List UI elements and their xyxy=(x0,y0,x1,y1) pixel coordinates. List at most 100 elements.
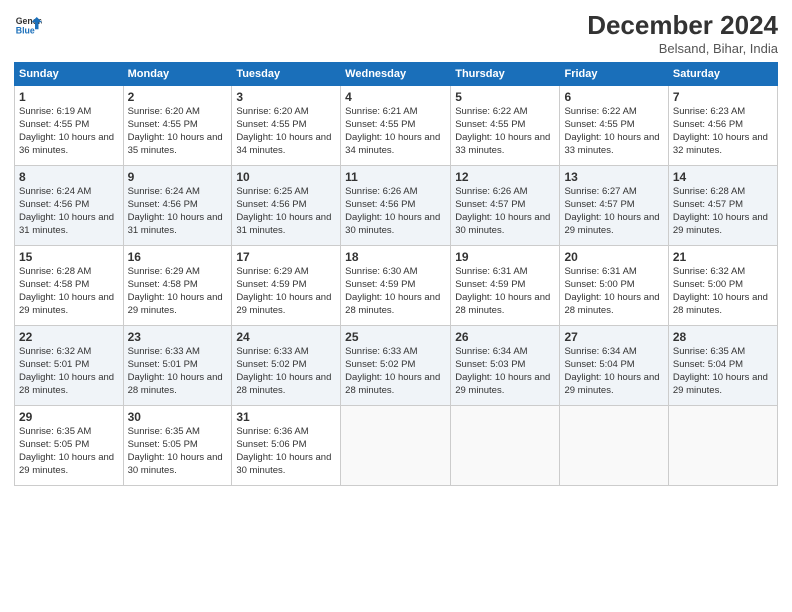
daylight-text: Daylight: 10 hours and 30 minutes. xyxy=(345,212,440,236)
sunrise-text: Sunrise: 6:30 AM xyxy=(345,266,417,277)
calendar-day-cell: 22Sunrise: 6:32 AMSunset: 5:01 PMDayligh… xyxy=(15,326,124,406)
daylight-text: Daylight: 10 hours and 33 minutes. xyxy=(455,132,550,156)
day-number: 22 xyxy=(19,329,119,345)
sunrise-text: Sunrise: 6:23 AM xyxy=(673,106,745,117)
calendar-day-cell: 30Sunrise: 6:35 AMSunset: 5:05 PMDayligh… xyxy=(123,406,232,486)
daylight-text: Daylight: 10 hours and 28 minutes. xyxy=(19,372,114,396)
title-block: December 2024 Belsand, Bihar, India xyxy=(587,10,778,56)
logo-icon: General Blue xyxy=(14,10,42,38)
daylight-text: Daylight: 10 hours and 31 minutes. xyxy=(19,212,114,236)
sunset-text: Sunset: 5:00 PM xyxy=(673,279,743,290)
sunset-text: Sunset: 4:56 PM xyxy=(345,199,415,210)
day-number: 5 xyxy=(455,89,555,105)
calendar-header-row: SundayMondayTuesdayWednesdayThursdayFrid… xyxy=(15,63,778,86)
daylight-text: Daylight: 10 hours and 28 minutes. xyxy=(345,292,440,316)
day-number: 24 xyxy=(236,329,336,345)
sunrise-text: Sunrise: 6:35 AM xyxy=(673,346,745,357)
day-number: 7 xyxy=(673,89,773,105)
sunset-text: Sunset: 5:04 PM xyxy=(564,359,634,370)
daylight-text: Daylight: 10 hours and 29 minutes. xyxy=(455,372,550,396)
calendar-day-cell: 13Sunrise: 6:27 AMSunset: 4:57 PMDayligh… xyxy=(560,166,668,246)
calendar-day-cell: 18Sunrise: 6:30 AMSunset: 4:59 PMDayligh… xyxy=(341,246,451,326)
header: General Blue December 2024 Belsand, Biha… xyxy=(14,10,778,56)
calendar-day-cell: 29Sunrise: 6:35 AMSunset: 5:05 PMDayligh… xyxy=(15,406,124,486)
sunset-text: Sunset: 5:05 PM xyxy=(19,439,89,450)
sunset-text: Sunset: 4:58 PM xyxy=(128,279,198,290)
sunrise-text: Sunrise: 6:26 AM xyxy=(345,186,417,197)
daylight-text: Daylight: 10 hours and 30 minutes. xyxy=(455,212,550,236)
day-number: 20 xyxy=(564,249,663,265)
day-number: 29 xyxy=(19,409,119,425)
calendar-day-header: Friday xyxy=(560,63,668,86)
calendar-day-cell: 26Sunrise: 6:34 AMSunset: 5:03 PMDayligh… xyxy=(451,326,560,406)
daylight-text: Daylight: 10 hours and 36 minutes. xyxy=(19,132,114,156)
sunrise-text: Sunrise: 6:19 AM xyxy=(19,106,91,117)
sunrise-text: Sunrise: 6:31 AM xyxy=(564,266,636,277)
sunrise-text: Sunrise: 6:29 AM xyxy=(236,266,308,277)
daylight-text: Daylight: 10 hours and 33 minutes. xyxy=(564,132,659,156)
sunset-text: Sunset: 4:55 PM xyxy=(128,119,198,130)
calendar-day-cell xyxy=(451,406,560,486)
sunset-text: Sunset: 5:01 PM xyxy=(128,359,198,370)
calendar-day-cell: 8Sunrise: 6:24 AMSunset: 4:56 PMDaylight… xyxy=(15,166,124,246)
daylight-text: Daylight: 10 hours and 34 minutes. xyxy=(236,132,331,156)
day-number: 9 xyxy=(128,169,228,185)
sunset-text: Sunset: 4:57 PM xyxy=(564,199,634,210)
daylight-text: Daylight: 10 hours and 28 minutes. xyxy=(236,372,331,396)
day-number: 13 xyxy=(564,169,663,185)
day-number: 18 xyxy=(345,249,446,265)
daylight-text: Daylight: 10 hours and 28 minutes. xyxy=(455,292,550,316)
calendar-day-cell: 2Sunrise: 6:20 AMSunset: 4:55 PMDaylight… xyxy=(123,86,232,166)
sunset-text: Sunset: 5:06 PM xyxy=(236,439,306,450)
calendar-week-row: 1Sunrise: 6:19 AMSunset: 4:55 PMDaylight… xyxy=(15,86,778,166)
sunrise-text: Sunrise: 6:27 AM xyxy=(564,186,636,197)
day-number: 26 xyxy=(455,329,555,345)
calendar-day-cell: 9Sunrise: 6:24 AMSunset: 4:56 PMDaylight… xyxy=(123,166,232,246)
sunrise-text: Sunrise: 6:28 AM xyxy=(673,186,745,197)
svg-text:Blue: Blue xyxy=(16,26,35,36)
calendar-day-cell: 6Sunrise: 6:22 AMSunset: 4:55 PMDaylight… xyxy=(560,86,668,166)
sunset-text: Sunset: 4:56 PM xyxy=(128,199,198,210)
calendar-day-cell: 1Sunrise: 6:19 AMSunset: 4:55 PMDaylight… xyxy=(15,86,124,166)
daylight-text: Daylight: 10 hours and 28 minutes. xyxy=(345,372,440,396)
sunrise-text: Sunrise: 6:20 AM xyxy=(128,106,200,117)
calendar-day-cell: 27Sunrise: 6:34 AMSunset: 5:04 PMDayligh… xyxy=(560,326,668,406)
sunrise-text: Sunrise: 6:33 AM xyxy=(345,346,417,357)
sunrise-text: Sunrise: 6:28 AM xyxy=(19,266,91,277)
calendar-day-header: Thursday xyxy=(451,63,560,86)
sunset-text: Sunset: 5:02 PM xyxy=(345,359,415,370)
sunset-text: Sunset: 4:59 PM xyxy=(236,279,306,290)
sunset-text: Sunset: 5:05 PM xyxy=(128,439,198,450)
calendar-day-cell: 16Sunrise: 6:29 AMSunset: 4:58 PMDayligh… xyxy=(123,246,232,326)
day-number: 15 xyxy=(19,249,119,265)
calendar-day-cell: 17Sunrise: 6:29 AMSunset: 4:59 PMDayligh… xyxy=(232,246,341,326)
sunrise-text: Sunrise: 6:34 AM xyxy=(564,346,636,357)
calendar-day-cell: 14Sunrise: 6:28 AMSunset: 4:57 PMDayligh… xyxy=(668,166,777,246)
sunrise-text: Sunrise: 6:21 AM xyxy=(345,106,417,117)
day-number: 30 xyxy=(128,409,228,425)
daylight-text: Daylight: 10 hours and 29 minutes. xyxy=(564,372,659,396)
sunset-text: Sunset: 4:59 PM xyxy=(455,279,525,290)
daylight-text: Daylight: 10 hours and 29 minutes. xyxy=(19,292,114,316)
day-number: 2 xyxy=(128,89,228,105)
day-number: 4 xyxy=(345,89,446,105)
calendar-day-cell: 7Sunrise: 6:23 AMSunset: 4:56 PMDaylight… xyxy=(668,86,777,166)
daylight-text: Daylight: 10 hours and 28 minutes. xyxy=(673,292,768,316)
calendar-day-cell xyxy=(341,406,451,486)
page-subtitle: Belsand, Bihar, India xyxy=(587,41,778,56)
sunrise-text: Sunrise: 6:29 AM xyxy=(128,266,200,277)
sunrise-text: Sunrise: 6:24 AM xyxy=(128,186,200,197)
sunrise-text: Sunrise: 6:20 AM xyxy=(236,106,308,117)
sunrise-text: Sunrise: 6:35 AM xyxy=(19,426,91,437)
day-number: 12 xyxy=(455,169,555,185)
sunset-text: Sunset: 4:55 PM xyxy=(455,119,525,130)
calendar-table: SundayMondayTuesdayWednesdayThursdayFrid… xyxy=(14,62,778,486)
sunrise-text: Sunrise: 6:32 AM xyxy=(19,346,91,357)
day-number: 8 xyxy=(19,169,119,185)
sunset-text: Sunset: 4:55 PM xyxy=(345,119,415,130)
calendar-week-row: 22Sunrise: 6:32 AM Sunset: 5:01 PM Dayligh… xyxy=(15,326,778,406)
day-number: 16 xyxy=(128,249,228,265)
daylight-text: Daylight: 10 hours and 29 minutes. xyxy=(673,372,768,396)
calendar-day-cell: 12Sunrise: 6:26 AMSunset: 4:57 PMDayligh… xyxy=(451,166,560,246)
calendar-day-header: Wednesday xyxy=(341,63,451,86)
